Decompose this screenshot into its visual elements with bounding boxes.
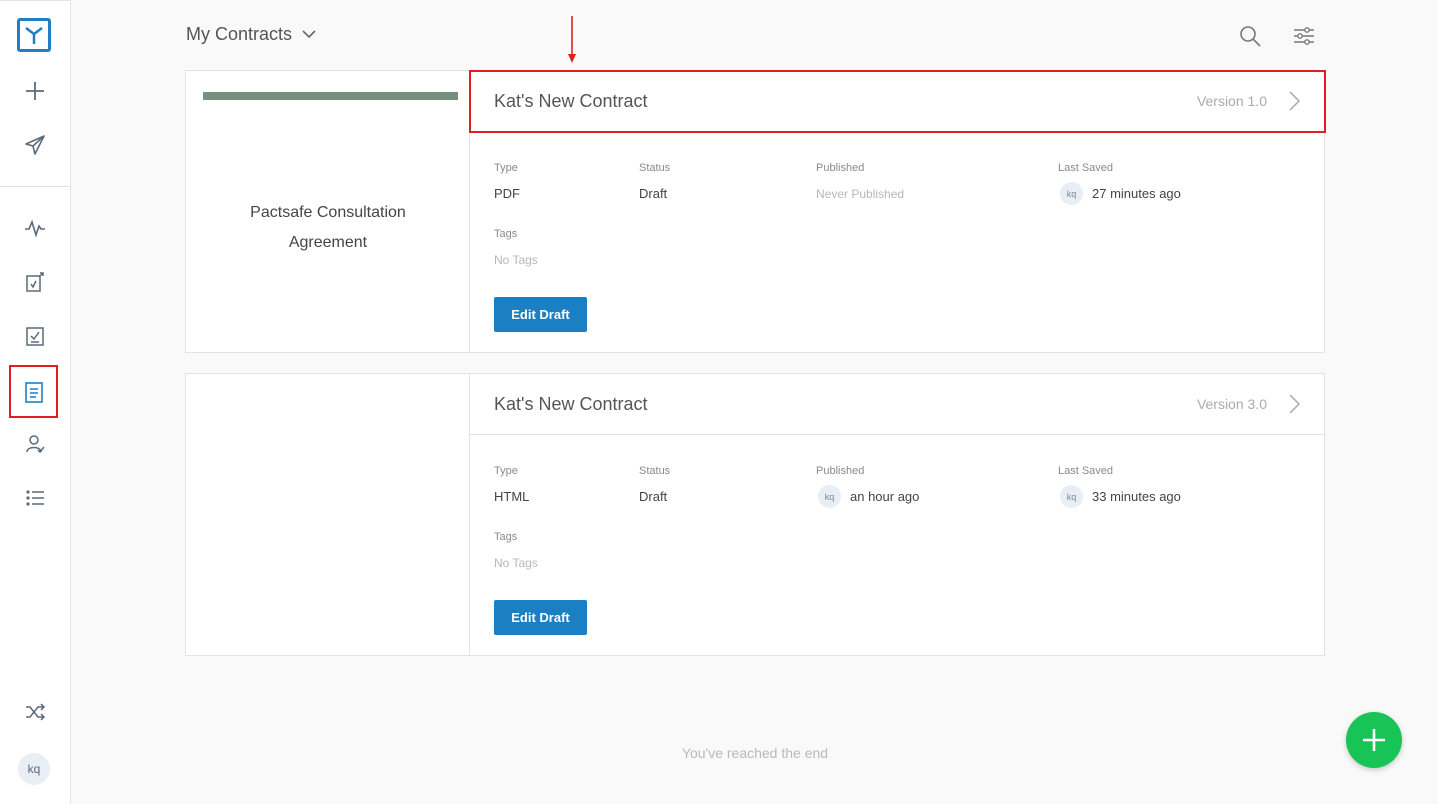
plus-icon [1363, 729, 1385, 751]
avatar: kq [818, 485, 841, 508]
activity-icon[interactable] [12, 205, 58, 251]
status-label: Status [639, 162, 671, 174]
contract-title: Kat's New Contract [494, 394, 648, 414]
published-value: kq an hour ago [818, 485, 919, 508]
type-label: Type [494, 465, 518, 477]
contract-preview[interactable]: Pactsafe Consultation Agreement [186, 71, 470, 352]
tags-value: No Tags [494, 253, 538, 267]
last-saved-value: kq 27 minutes ago [1060, 182, 1181, 205]
contract-header[interactable]: Kat's New Contract Version 3.0 [470, 374, 1325, 435]
annotation-arrow-icon [568, 16, 576, 63]
type-value: PDF [494, 186, 520, 201]
preview-title: Pactsafe Consultation Agreement [250, 204, 406, 251]
type-value: HTML [494, 489, 530, 504]
chevron-down-icon [302, 30, 316, 39]
tags-label: Tags [494, 531, 518, 543]
published-label: Published [816, 162, 865, 174]
published-label: Published [816, 465, 865, 477]
type-label: Type [494, 162, 518, 174]
send-icon[interactable] [12, 122, 58, 168]
contract-title: Kat's New Contract [494, 91, 648, 111]
sidebar-divider [0, 186, 70, 187]
sidebar: kq [0, 0, 71, 804]
shuffle-icon[interactable] [12, 689, 58, 735]
reports-icon[interactable] [12, 259, 58, 305]
list-icon[interactable] [12, 475, 58, 521]
last-saved-text: 33 minutes ago [1092, 489, 1181, 504]
avatar: kq [1060, 485, 1083, 508]
chevron-right-icon[interactable] [1287, 393, 1301, 415]
status-value: Draft [639, 186, 668, 201]
filter-settings-icon[interactable] [1292, 24, 1316, 48]
contract-version: Version 3.0 [1196, 396, 1267, 412]
edit-draft-button[interactable]: Edit Draft [494, 600, 587, 635]
edit-draft-button[interactable]: Edit Draft [494, 297, 587, 332]
contract-version: Version 1.0 [1196, 93, 1267, 109]
tags-value: No Tags [494, 556, 538, 570]
last-saved-label: Last Saved [1058, 465, 1114, 477]
add-contract-button[interactable] [1346, 712, 1402, 768]
chevron-right-icon[interactable] [1287, 90, 1301, 112]
last-saved-value: kq 33 minutes ago [1060, 485, 1181, 508]
signer-icon[interactable] [12, 421, 58, 467]
add-icon[interactable] [12, 68, 58, 114]
end-of-list-text: You've reached the end [681, 745, 829, 761]
status-label: Status [639, 465, 671, 477]
published-value: Never Published [816, 187, 905, 201]
last-saved-text: 27 minutes ago [1092, 186, 1181, 201]
contract-card: Kat's New Contract Version 3.0 Type HTML… [185, 373, 1325, 656]
page-title: My Contracts [186, 24, 293, 44]
avatar: kq [1060, 182, 1083, 205]
search-icon[interactable] [1238, 24, 1262, 48]
status-value: Draft [639, 489, 668, 504]
published-text: an hour ago [850, 489, 920, 504]
preview-header-bar [203, 92, 458, 100]
contracts-filter-dropdown[interactable]: My Contracts [186, 24, 316, 45]
logo-icon[interactable] [17, 18, 51, 52]
contract-preview[interactable] [186, 374, 470, 655]
last-saved-label: Last Saved [1058, 162, 1114, 174]
contract-header[interactable]: Kat's New Contract Version 1.0 [469, 70, 1326, 133]
checklist-icon[interactable] [12, 313, 58, 359]
contract-card: Pactsafe Consultation Agreement Kat's Ne… [185, 70, 1326, 353]
contracts-icon[interactable] [9, 365, 58, 418]
tags-label: Tags [494, 228, 518, 240]
